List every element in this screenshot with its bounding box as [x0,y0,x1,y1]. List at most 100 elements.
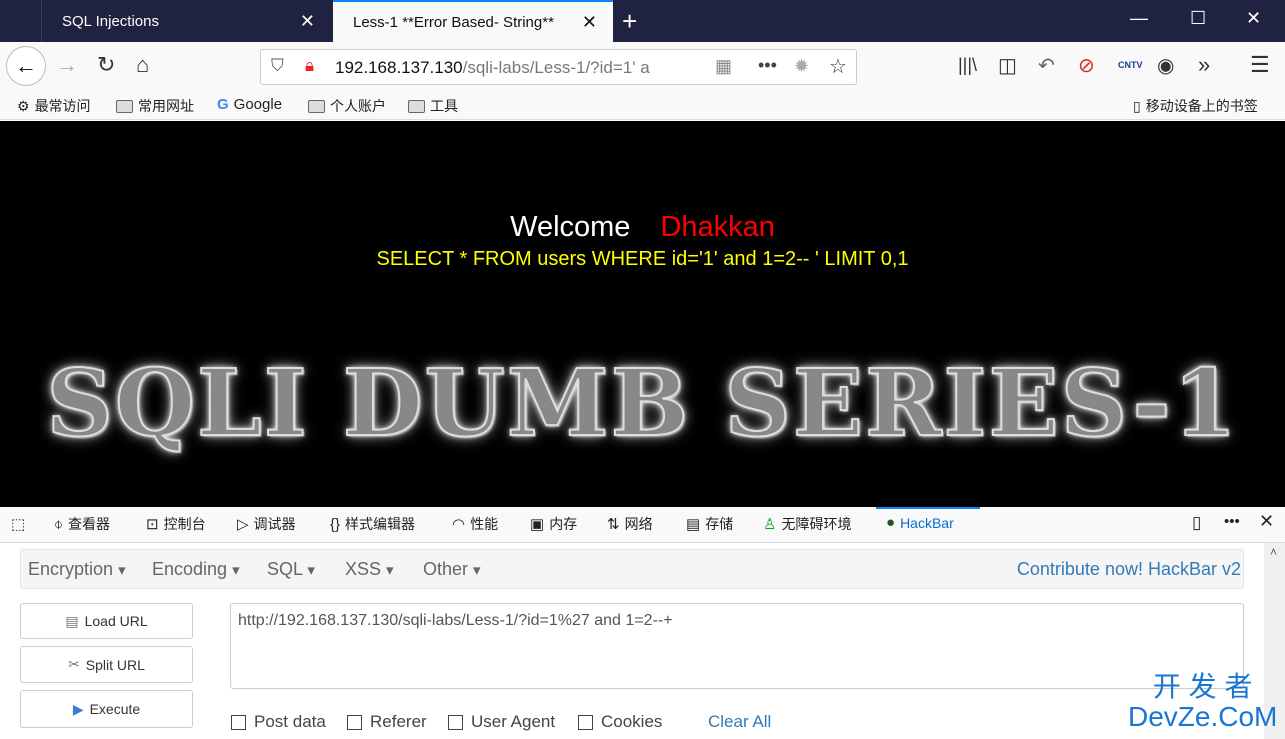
button-label: Load URL [84,613,148,629]
tab-label: 网络 [624,516,653,532]
checkbox-label: Post data [254,712,326,731]
sidebar-icon[interactable]: ◫ [998,53,1017,78]
button-label: Split URL [85,656,145,673]
post-data-checkbox[interactable]: Post data [231,712,326,732]
minimize-button[interactable]: — [1130,8,1148,29]
accessibility-icon: ♙ [763,516,777,533]
devtools-tab-performance[interactable]: ◠ 性能 [452,514,498,534]
overflow-icon[interactable]: » [1198,52,1210,78]
menu-other[interactable]: Other ▾ [423,559,481,580]
insecure-lock-icon[interactable]: 🔒︎ [305,56,314,76]
more-actions-icon[interactable]: ••• [758,55,777,76]
bookmark-common-sites[interactable]: 常用网址 [116,96,194,116]
undo-icon[interactable]: ↶ [1038,53,1055,78]
menu-label: Encoding [152,559,228,579]
menu-icon[interactable]: ☰ [1250,52,1270,78]
bookmark-most-visited[interactable]: ⚙ 最常访问 [17,96,91,116]
folder-icon [116,99,133,113]
url-bar[interactable]: ⛉ 🔒︎ 192.168.137.130/sqli-labs/Less-1/?i… [260,49,857,85]
menu-label: Encryption [28,559,114,579]
mobile-bookmarks[interactable]: ▯ 移动设备上的书签 [1133,96,1258,116]
checkbox-icon [578,714,593,730]
cookies-checkbox[interactable]: Cookies [578,712,662,732]
memory-icon: ▣ [530,516,545,533]
debugger-icon: ▷ [237,516,249,533]
account-icon[interactable]: ◉ [1157,53,1174,78]
checkbox-label: Referer [370,712,427,731]
tab-label: Less-1 **Error Based- String** [353,13,554,31]
caret-down-icon: ▾ [232,562,240,579]
tab-label: 无障碍环境 [781,516,852,532]
referer-checkbox[interactable]: Referer [347,712,427,732]
close-tab-icon[interactable]: ✕ [300,11,315,32]
scroll-up-icon[interactable]: ˄ [1270,545,1277,559]
url-host: 192.168.137.130 [335,58,463,77]
menu-sql[interactable]: SQL ▾ [267,559,315,580]
clear-all-link[interactable]: Clear All [708,712,771,732]
menu-label: XSS [345,559,382,579]
bookmark-tools[interactable]: 工具 [408,96,458,116]
menu-encoding[interactable]: Encoding ▾ [152,559,240,580]
split-url-button[interactable]: ✂ Split URL [20,646,193,683]
library-icon[interactable]: |||\ [958,55,977,76]
google-icon: G [217,96,229,113]
execute-button[interactable]: ▶ Execute [20,690,193,728]
gear-icon: ⚙ [17,97,30,114]
user-agent-checkbox[interactable]: User Agent [448,712,555,732]
close-devtools-icon[interactable]: ✕ [1259,511,1274,532]
devtools-tab-accessibility[interactable]: ♙ 无障碍环境 [763,514,851,534]
reload-button[interactable]: ↻ [97,52,115,78]
forward-button[interactable]: → [56,52,78,78]
bookmark-star-icon[interactable]: ☆ [829,54,847,79]
welcome-label: Welcome [510,211,631,243]
bookmark-label: 最常访问 [34,98,91,114]
contribute-link[interactable]: Contribute now! HackBar v2 [1017,559,1241,580]
braces-icon: {} [330,515,341,533]
inspector-icon: ⌽ [54,515,64,533]
menu-xss[interactable]: XSS ▾ [345,559,394,580]
devtools-tab-style-editor[interactable]: {} 样式编辑器 [330,514,415,534]
caret-down-icon: ▾ [118,562,126,579]
new-tab-button[interactable]: + [622,6,637,37]
qr-code-icon[interactable]: ▦ [715,56,733,77]
devtools-tab-debugger[interactable]: ▷ 调试器 [237,514,296,534]
url-textarea[interactable]: http://192.168.137.130/sqli-labs/Less-1/… [230,603,1244,689]
back-button[interactable]: ← [6,46,46,86]
tab-label: SQL Injections [62,12,159,30]
watermark: 开 发 者 DevZe.CoM [1128,672,1277,732]
hackbar-icon: ● [886,514,896,531]
caret-down-icon: ▾ [473,562,481,579]
devtools-tab-hackbar[interactable]: ● HackBar [886,514,954,531]
devtools-tab-inspector[interactable]: ⌽ 查看器 [54,514,110,534]
shield-icon[interactable]: ⛉ [271,56,284,76]
active-tab-indicator [876,507,980,509]
element-picker-icon[interactable]: ⬚ [11,515,25,533]
bookmark-label: Google [233,96,283,113]
menu-label: SQL [267,559,303,579]
home-button[interactable]: ⌂ [136,52,149,78]
tab-less-1[interactable]: Less-1 **Error Based- String** ✕ [333,0,613,42]
bookmark-google[interactable]: G Google [217,96,282,113]
devtools-tab-console[interactable]: ⊡ 控制台 [146,514,206,534]
devtools-tab-network[interactable]: ⇅ 网络 [607,514,653,534]
load-url-button[interactable]: ▤ Load URL [20,603,193,639]
maximize-button[interactable]: ☐ [1190,8,1206,29]
tab-label: 调试器 [253,516,296,532]
devtools-more-icon[interactable]: ••• [1224,513,1240,530]
bookmark-label: 常用网址 [138,98,194,114]
close-tab-icon[interactable]: ✕ [582,12,597,33]
dock-icon[interactable]: ▯ [1192,513,1201,533]
devtools-tab-memory[interactable]: ▣ 内存 [530,514,577,534]
tab-sql-injections[interactable]: SQL Injections ✕ [41,0,331,42]
devtools-tab-storage[interactable]: ▤ 存储 [686,514,733,534]
bookmark-personal-accounts[interactable]: 个人账户 [308,96,386,116]
performance-icon: ◠ [452,516,466,533]
tab-label: 存储 [705,516,734,532]
menu-encryption[interactable]: Encryption ▾ [28,559,126,580]
blocked-extension-icon[interactable]: ⊘ [1078,53,1095,78]
storage-icon: ▤ [686,516,701,533]
close-window-button[interactable]: ✕ [1246,8,1261,29]
cntv-icon[interactable]: CNTV [1118,60,1143,70]
bug-icon[interactable]: ✹ [794,56,809,77]
watermark-line2: DevZe.CoM [1128,701,1278,732]
